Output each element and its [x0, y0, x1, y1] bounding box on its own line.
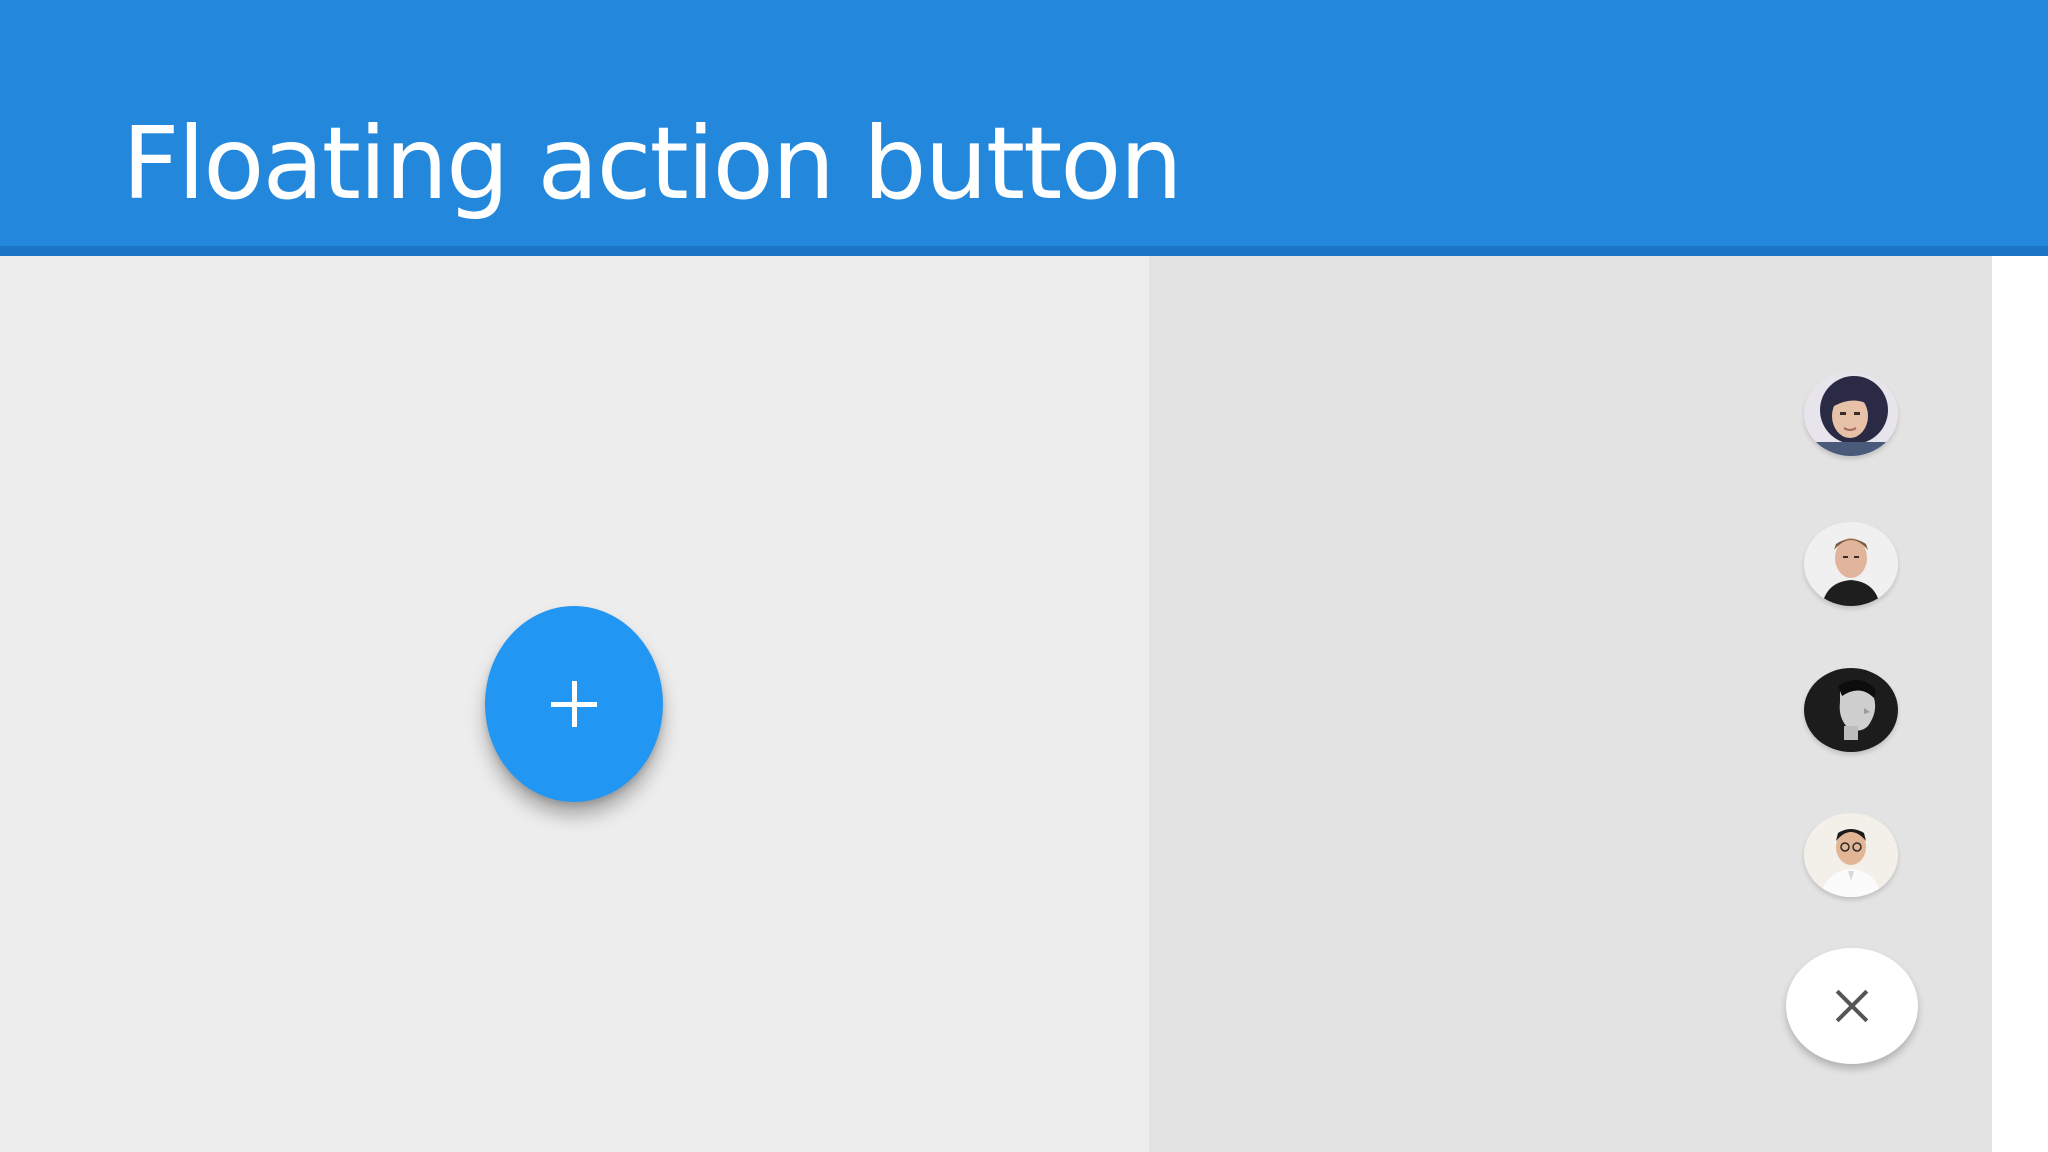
header-bar: Floating action button	[0, 0, 2048, 256]
slide: Floating action button	[0, 0, 2048, 1152]
close-icon	[1835, 989, 1869, 1023]
close-fab-button[interactable]	[1786, 948, 1918, 1064]
avatar-man-image	[1804, 522, 1898, 606]
avatar-man-short-hair[interactable]	[1804, 522, 1898, 606]
avatar-profile-image	[1804, 668, 1898, 752]
avatar-man-profile-dark[interactable]	[1804, 668, 1898, 752]
avatar-woman-image	[1804, 372, 1898, 456]
add-fab-button[interactable]	[485, 606, 663, 802]
avatar-man-glasses-white-shirt[interactable]	[1804, 813, 1898, 897]
page-title: Floating action button	[122, 105, 1183, 222]
avatar-woman-dark-hair[interactable]	[1804, 372, 1898, 456]
avatar-man-glasses-image	[1804, 813, 1898, 897]
plus-icon	[551, 681, 597, 727]
